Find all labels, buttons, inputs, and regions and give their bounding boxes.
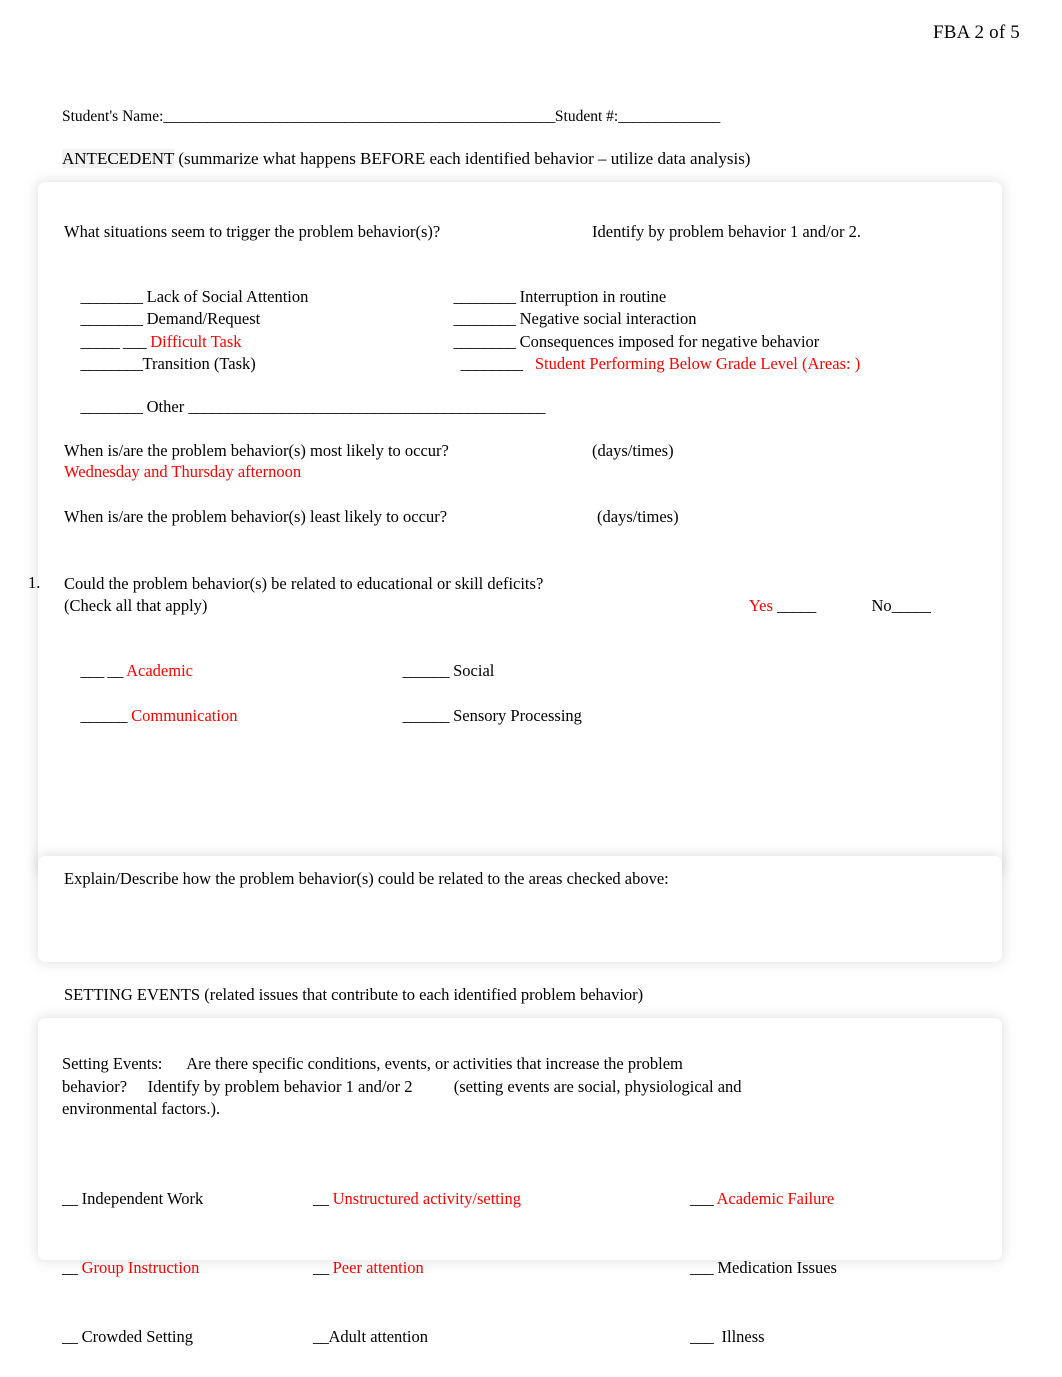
antecedent-heading-description: (summarize what happens BEFORE each iden… <box>174 149 751 168</box>
explain-answer-area[interactable] <box>64 895 944 943</box>
least-likely-hint: (days/times) <box>597 507 679 526</box>
skill-deficit-question: Could the problem behavior(s) be related… <box>64 574 544 593</box>
skill-deficit-instruction: (Check all that apply) <box>64 596 208 615</box>
deficit-blank[interactable]: ______ <box>403 706 450 725</box>
least-likely-question: When is/are the problem behavior(s) leas… <box>64 507 448 526</box>
trigger-label: Transition (Task) <box>142 353 256 373</box>
setting-event-label: Peer attention <box>332 1258 424 1277</box>
student-name-label: Student's Name: <box>62 108 164 125</box>
setting-event-row[interactable]: ___ Academic Failure <box>690 1187 837 1210</box>
antecedent-heading-keyword: ANTECEDENT <box>62 149 175 168</box>
setting-events-intro-line: behavior? Identify by problem behavior 1… <box>62 1077 742 1096</box>
student-number-blank[interactable]: ______________ <box>618 108 720 125</box>
setting-event-row[interactable]: __Adult attention <box>313 1325 521 1348</box>
trigger-question: What situations seem to trigger the prob… <box>64 222 441 241</box>
question-number-marker: 1. <box>28 573 41 592</box>
setting-event-label: Academic Failure <box>716 1189 835 1208</box>
most-likely-answer[interactable]: Wednesday and Thursday afternoon <box>64 461 301 483</box>
setting-event-blank[interactable]: ___ <box>690 1189 714 1208</box>
deficit-label: Sensory Processing <box>453 705 582 725</box>
setting-event-row[interactable]: ___ Illness <box>690 1325 837 1348</box>
setting-event-row[interactable]: ___ Medication Issues <box>690 1256 837 1279</box>
setting-events-heading: SETTING EVENTS (related issues that cont… <box>64 985 644 1004</box>
setting-event-blank[interactable]: __ <box>313 1258 329 1277</box>
deficit-option-row[interactable]: ______ Sensory Processing <box>386 683 582 748</box>
most-likely-question: When is/are the problem behavior(s) most… <box>64 441 449 460</box>
yes-blank[interactable]: _____ <box>777 596 816 615</box>
yes-label: Yes <box>748 595 773 615</box>
setting-event-row[interactable]: __ Peer attention <box>313 1256 521 1279</box>
deficit-label: Communication <box>131 705 238 725</box>
setting-events-column-1: __ Independent Work __ Group Instruction… <box>62 1141 203 1377</box>
deficit-option-row[interactable]: ______ Communication <box>64 683 238 748</box>
trigger-other-write-in[interactable]: ________________________________________… <box>188 397 545 416</box>
skill-deficit-yes-option[interactable]: Yes _____ <box>733 573 816 638</box>
setting-events-column-2: __ Unstructured activity/setting __ Peer… <box>313 1141 521 1377</box>
setting-event-label: Unstructured activity/setting <box>332 1189 521 1208</box>
deficit-blank[interactable]: ______ <box>81 706 128 725</box>
setting-event-row[interactable]: __ Crowded Setting <box>62 1325 203 1348</box>
setting-event-label: Independent Work <box>81 1189 204 1208</box>
setting-event-blank[interactable]: ___ <box>690 1258 714 1277</box>
setting-event-row[interactable]: __ Group Instruction <box>62 1256 203 1279</box>
skill-deficit-no-option[interactable]: No_____ <box>855 573 931 638</box>
most-likely-hint: (days/times) <box>592 441 674 460</box>
no-label: No <box>871 595 892 615</box>
trigger-other-label: Other <box>146 396 185 416</box>
setting-event-label: Medication Issues <box>717 1258 837 1277</box>
deficit-label: Social <box>453 660 495 680</box>
trigger-blank[interactable]: ________ <box>81 354 144 373</box>
trigger-other-row[interactable]: ________ Other _________________________… <box>64 374 546 439</box>
setting-event-label: Adult attention <box>328 1327 428 1346</box>
setting-events-intro-line: Setting Events: Are there specific condi… <box>62 1054 683 1073</box>
setting-event-label: Group Instruction <box>81 1258 200 1277</box>
no-blank[interactable]: _____ <box>892 596 931 615</box>
student-number-label: Student #: <box>554 108 619 125</box>
deficit-label: Academic <box>126 660 193 680</box>
page-header-label: FBA 2 of 5 <box>933 22 1020 43</box>
setting-event-blank[interactable]: __ <box>62 1189 78 1208</box>
setting-event-row[interactable]: __ Unstructured activity/setting <box>313 1187 521 1210</box>
student-name-blank[interactable]: ________________________________________… <box>163 108 555 125</box>
antecedent-section-heading: ANTECEDENT (summarize what happens BEFOR… <box>62 149 750 169</box>
setting-event-blank[interactable]: __ <box>313 1327 329 1346</box>
deficit-blank[interactable]: ___ __ <box>81 661 124 680</box>
setting-event-label: Illness <box>721 1327 765 1346</box>
setting-event-label: Crowded Setting <box>81 1327 193 1346</box>
trigger-label: Student Performing Below Grade Level (Ar… <box>534 353 861 373</box>
setting-events-intro-line: environmental factors.). <box>62 1099 221 1118</box>
setting-event-blank[interactable]: ___ <box>690 1327 714 1346</box>
fba-form-page: FBA 2 of 5 Student's Name:______________… <box>0 0 1062 1377</box>
setting-events-column-3: ___ Academic Failure ___ Medication Issu… <box>690 1141 837 1377</box>
deficit-blank[interactable]: ______ <box>403 661 450 680</box>
setting-event-blank[interactable]: __ <box>62 1327 78 1346</box>
setting-event-row[interactable]: __ Independent Work <box>62 1187 203 1210</box>
trigger-question-hint: Identify by problem behavior 1 and/or 2. <box>592 222 861 241</box>
trigger-other-blank[interactable]: ________ <box>81 397 144 416</box>
setting-event-blank[interactable]: __ <box>313 1189 329 1208</box>
trigger-blank[interactable]: ________ <box>461 354 524 373</box>
student-identification-line: Student's Name:_________________________… <box>62 108 1022 126</box>
setting-event-blank[interactable]: __ <box>62 1258 78 1277</box>
explain-prompt: Explain/Describe how the problem behavio… <box>64 869 669 888</box>
